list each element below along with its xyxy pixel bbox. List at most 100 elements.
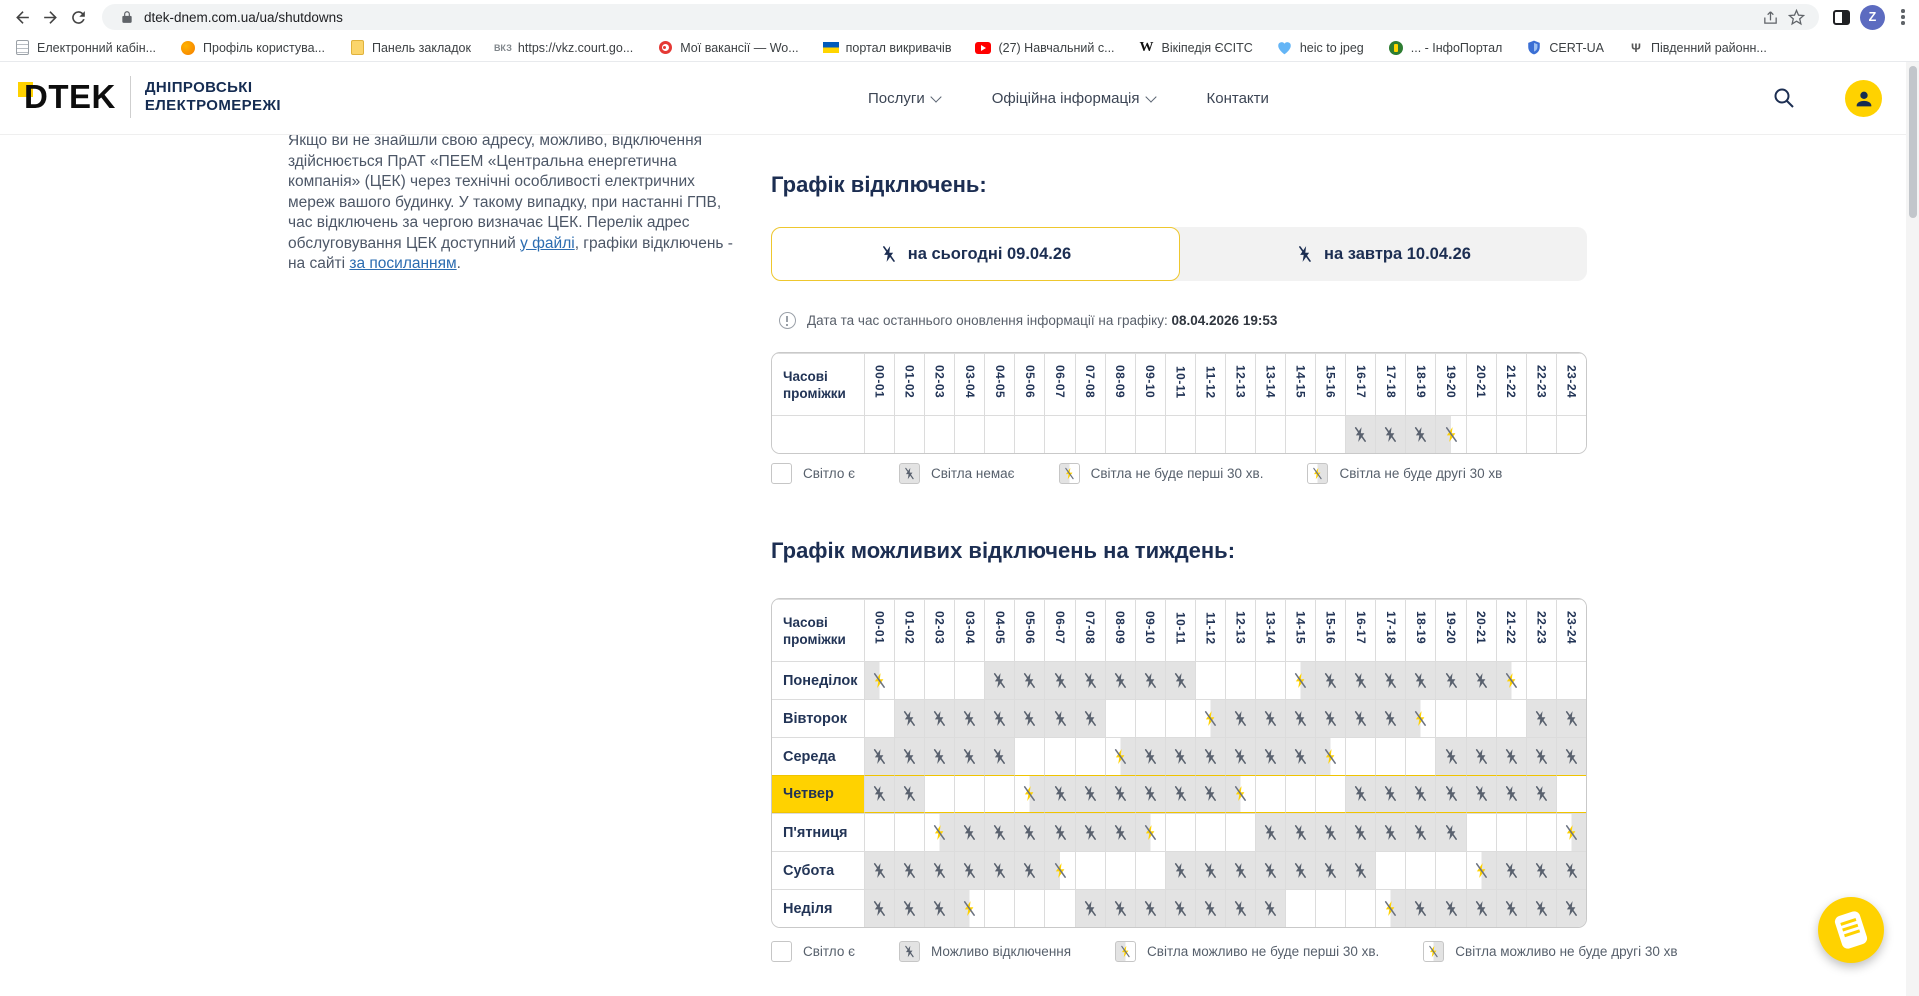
schedule-cell-state-1 [1285, 737, 1316, 775]
schedule-cell-state-1 [924, 737, 955, 775]
schedule-cell-state-0 [1224, 813, 1256, 851]
search-icon[interactable] [1772, 86, 1798, 112]
schedule-cell-state-1 [1104, 775, 1135, 813]
bookmark-item[interactable]: Мої вакансії — Wo... [657, 40, 799, 56]
power-off-icon [1565, 900, 1577, 916]
legend-swatch-state-2 [1115, 941, 1137, 962]
bookmark-item[interactable]: Ψ Південний районн... [1628, 40, 1767, 56]
browser-profile-avatar[interactable]: Z [1860, 4, 1885, 30]
schedule-cell-state-1 [1435, 775, 1466, 813]
bookmark-item[interactable]: ВКЗ https://vkz.court.go... [494, 40, 633, 56]
share-icon[interactable] [1757, 6, 1783, 28]
browser-menu-icon[interactable] [1895, 7, 1911, 28]
power-off-icon [1415, 426, 1427, 442]
schedule-cell-state-1 [1134, 889, 1165, 927]
time-slot-header: 02-03 [924, 599, 955, 661]
schedule-cell-state-0 [1315, 415, 1346, 453]
chat-widget-button[interactable] [1818, 897, 1884, 963]
bookmark-item[interactable]: W Вікіпедія ЄСІТС [1139, 40, 1253, 56]
bookmark-item[interactable]: heic to jpeg [1277, 40, 1364, 56]
schedule-cell-state-1 [1134, 737, 1165, 775]
power-off-icon [1505, 672, 1517, 688]
schedule-cell-state-0 [1134, 415, 1165, 453]
schedule-cell-state-1 [1044, 661, 1075, 699]
yellow-folder-icon [349, 40, 365, 56]
power-off-icon [873, 748, 885, 764]
schedule-cell-state-0 [1285, 775, 1316, 813]
schedule-cell-state-0 [1405, 851, 1436, 889]
side-panel-icon[interactable] [1833, 9, 1850, 25]
reload-button[interactable] [64, 3, 92, 31]
external-schedule-link[interactable]: за посиланням [349, 255, 456, 272]
forward-button[interactable] [36, 3, 64, 31]
bookmark-item[interactable]: Електронний кабін... [14, 40, 156, 56]
schedule-row: Четвер [772, 775, 1586, 813]
schedule-cell-state-0 [1345, 889, 1376, 927]
url-text: dtek-dnem.com.ua/ua/shutdowns [144, 9, 343, 25]
schedule-cell-state-1 [1044, 775, 1075, 813]
schedule-cell-state-0 [1074, 415, 1105, 453]
scrollbar-track[interactable] [1906, 62, 1919, 996]
schedule-cell-state-0 [1525, 415, 1556, 453]
bookmark-item[interactable]: Панель закладок [349, 40, 471, 56]
schedule-cell-state-1 [1164, 737, 1195, 775]
tab-tomorrow[interactable]: на завтра 10.04.26 [1180, 227, 1587, 281]
power-off-icon [1565, 710, 1577, 726]
legend-swatch-state-1 [898, 941, 920, 962]
schedule-cell-state-2 [1315, 737, 1346, 775]
dtek-logo[interactable]: DTEK ДНІПРОВСЬКІ ЕЛЕКТРОМЕРЕЖІ [18, 76, 281, 118]
bookmark-star-icon[interactable] [1783, 6, 1809, 28]
schedule-cell-state-2 [1405, 699, 1436, 737]
power-off-icon [1121, 945, 1130, 958]
legend-item: Світла не буде перші 30 хв. [1058, 463, 1263, 484]
bookmark-item[interactable]: Профіль користува... [180, 40, 325, 56]
back-button[interactable] [8, 3, 36, 31]
schedule-cell-state-2 [1495, 661, 1526, 699]
schedule-cell-state-1 [894, 889, 925, 927]
bookmark-label: ... - ІнфоПортал [1410, 40, 1503, 55]
schedule-cell-state-1 [1014, 661, 1045, 699]
nav-item-3[interactable]: Контакти [1207, 90, 1269, 107]
bookmark-item[interactable]: (27) Навчальний с... [975, 40, 1115, 56]
time-slot-header: 03-04 [954, 599, 985, 661]
schedule-grid: Часові проміжки 00-01 01-02 02-03 03-04 04-05 0… [772, 353, 1586, 453]
schedule-cell-state-1 [1014, 813, 1045, 851]
time-slot-header: 15-16 [1315, 353, 1346, 415]
schedule-cell-state-0 [1495, 699, 1526, 737]
schedule-cell-state-0 [1014, 889, 1045, 927]
time-slot-header: 02-03 [924, 353, 955, 415]
bookmark-label: Панель закладок [372, 40, 471, 55]
schedule-cell-state-0 [1465, 813, 1496, 851]
power-off-icon [1084, 824, 1096, 840]
power-off-icon [1295, 748, 1307, 764]
power-off-icon [1295, 710, 1307, 726]
power-off-icon [1114, 672, 1126, 688]
time-slot-header: 22-23 [1525, 599, 1556, 661]
power-off-icon [1084, 710, 1096, 726]
schedule-row: Середа [772, 737, 1586, 775]
schedule-cell-state-1 [1465, 737, 1496, 775]
schedule-cell-state-1 [1014, 851, 1045, 889]
address-bar[interactable]: dtek-dnem.com.ua/ua/shutdowns [102, 4, 1819, 30]
nav-item-1[interactable]: Послуги [868, 90, 942, 107]
schedule-cell-state-0 [1375, 737, 1406, 775]
time-slot-header: 23-24 [1555, 353, 1586, 415]
user-account-icon[interactable] [1845, 80, 1882, 117]
power-off-icon [934, 900, 946, 916]
schedule-cell-state-0 [1164, 813, 1195, 851]
bookmark-item[interactable]: портал викривачів [822, 40, 951, 56]
nav-item-label: Послуги [868, 90, 925, 107]
power-off-icon [1355, 824, 1367, 840]
time-slot-header: 00-01 [864, 353, 895, 415]
bookmark-item[interactable]: ... - ІнфоПортал [1388, 40, 1503, 56]
cek-info-paragraph: Якщо ви не знайшли свою адресу, можливо,… [288, 131, 743, 275]
legend-label: Світло є [803, 944, 855, 959]
trident-icon: Ψ [1631, 40, 1641, 55]
scrollbar-thumb[interactable] [1908, 66, 1917, 218]
tab-today[interactable]: на сьогодні 09.04.26 [771, 227, 1180, 281]
nav-item-2[interactable]: Офіційна інформація [992, 90, 1157, 107]
file-link[interactable]: у файлі [520, 235, 575, 252]
schedule-cell-state-0 [1194, 813, 1225, 851]
schedule-cell-state-0 [1555, 415, 1586, 453]
bookmark-item[interactable]: CERT-UA [1526, 40, 1604, 56]
